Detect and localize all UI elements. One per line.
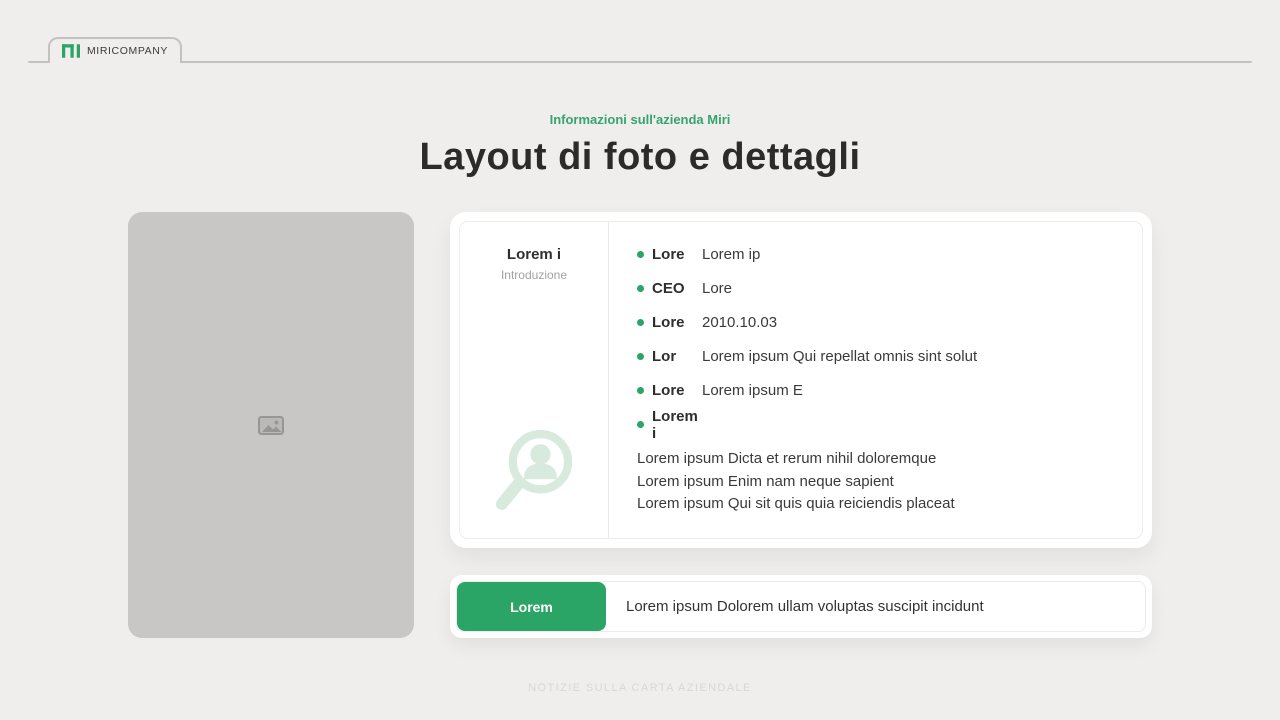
detail-row: Lor Lorem ipsum Qui repellat omnis sint …: [637, 346, 1122, 367]
detail-label: Lorem i: [652, 407, 698, 442]
image-placeholder-icon: [255, 411, 287, 439]
cta-button[interactable]: Lorem: [457, 582, 606, 631]
detail-row: Lore 2010.10.03: [637, 312, 1122, 333]
bullet-icon: [637, 387, 644, 394]
details-column: Lore Lorem ip CEO Lore Lore 2010.10.03 L…: [609, 222, 1142, 538]
detail-value: Lore: [702, 280, 733, 297]
page-title: Layout di foto e dettagli: [419, 136, 861, 178]
detail-label: Lore: [652, 246, 685, 263]
profile-subtitle: Introduzione: [500, 268, 568, 282]
photo-placeholder: [128, 212, 414, 638]
footer-note: NOTIZIE SULLA CARTA AZIENDALE: [528, 682, 752, 694]
bullet-icon: [637, 285, 644, 292]
detail-label: Lore: [652, 382, 685, 399]
details-card-inner: Lorem i Introduzione Lore Lorem ip CEO L…: [459, 221, 1143, 539]
details-card: Lorem i Introduzione Lore Lorem ip CEO L…: [450, 212, 1152, 548]
company-logo-icon: [61, 44, 80, 58]
cta-bar: Lorem Lorem ipsum Dolorem ullam voluptas…: [450, 575, 1152, 638]
cta-text: Lorem ipsum Dolorem ullam voluptas susci…: [626, 598, 984, 615]
detail-value: Lorem ip: [702, 246, 761, 263]
bullet-icon: [637, 319, 644, 326]
bullet-icon: [637, 353, 644, 360]
detail-label: Lor: [652, 348, 677, 365]
paragraph-line: Lorem ipsum Enim nam neque sapient: [637, 472, 894, 490]
detail-value: 2010.10.03: [702, 314, 778, 331]
paragraph-line: Lorem ipsum Qui sit quis quia reiciendis…: [637, 495, 955, 513]
detail-row: Lore Lorem ip: [637, 244, 1122, 265]
detail-value: Lorem ipsum E: [702, 382, 803, 399]
details-paragraph: Lorem ipsum Dicta et rerum nihil dolorem…: [637, 448, 1122, 516]
detail-label: CEO: [652, 280, 685, 297]
company-tab-label: MIRICOMPANY: [86, 45, 169, 57]
detail-row: Lorem i: [637, 408, 1122, 442]
cta-bar-inner: Lorem Lorem ipsum Dolorem ullam voluptas…: [456, 581, 1146, 632]
bullet-icon: [637, 421, 644, 428]
detail-row: Lore Lorem ipsum E: [637, 380, 1122, 401]
company-tab[interactable]: MIRICOMPANY: [48, 37, 182, 63]
person-search-icon: [488, 421, 580, 524]
eyebrow-text: Informazioni sull'azienda Miri: [549, 112, 731, 127]
header-divider-line: [28, 61, 1252, 63]
bullet-icon: [637, 251, 644, 258]
profile-title: Lorem i: [506, 246, 562, 263]
paragraph-line: Lorem ipsum Dicta et rerum nihil dolorem…: [637, 450, 937, 467]
detail-label: Lore: [652, 314, 685, 331]
detail-row: CEO Lore: [637, 278, 1122, 299]
details-list: Lore Lorem ip CEO Lore Lore 2010.10.03 L…: [637, 244, 1122, 442]
profile-column: Lorem i Introduzione: [460, 222, 608, 538]
detail-value: Lorem ipsum Qui repellat omnis sint solu…: [702, 348, 978, 365]
